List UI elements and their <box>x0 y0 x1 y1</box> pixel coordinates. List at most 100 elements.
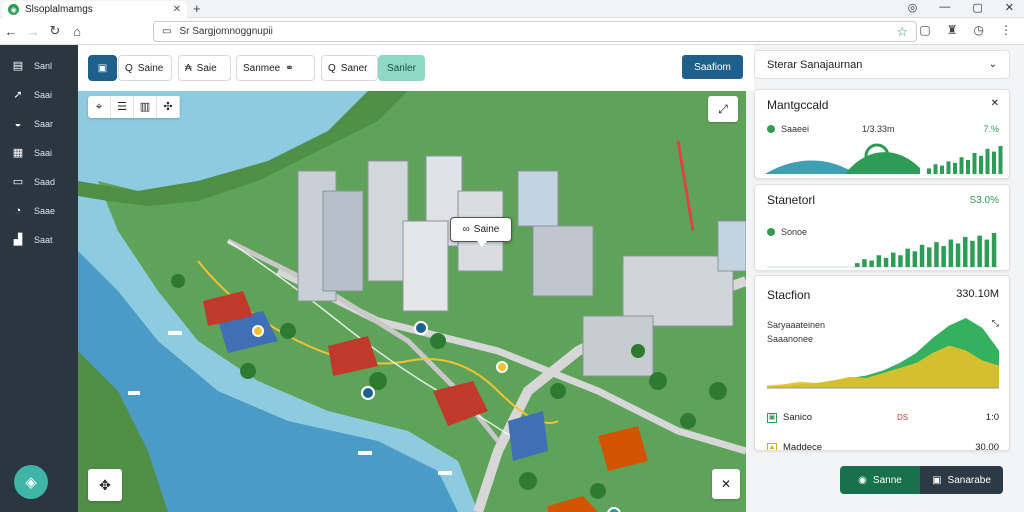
panel-header[interactable]: Sterar Sanajaurnan ⌄ <box>754 50 1010 79</box>
sidebar-item-label: Sanl <box>34 60 53 71</box>
card-row: Saaeei 1/3.33m 7.% <box>767 124 999 134</box>
sidebar-item-6[interactable]: ◔ Saae <box>0 196 78 225</box>
app-favicon-icon: ◉ <box>8 4 19 15</box>
settings-icon[interactable]: ◷ <box>974 23 984 37</box>
close-tab-icon[interactable]: ✕ <box>173 4 181 15</box>
map-callout[interactable]: ∞ Saine <box>450 217 512 247</box>
summary-mid: DS <box>897 413 909 422</box>
account-icon[interactable]: ◎ <box>908 1 918 14</box>
right-panel: Sterar Sanajaurnan ⌄ Mantgccald ✕ Saaeei… <box>754 50 1010 510</box>
spark-bar <box>953 162 957 174</box>
filter-button[interactable]: Sanler <box>378 55 425 81</box>
sidebar-item-7[interactable]: ▟ Saat <box>0 225 78 254</box>
bar <box>912 251 918 267</box>
bar <box>919 244 925 267</box>
close-window-icon[interactable]: ✕ <box>1005 1 1014 14</box>
select-tool-icon[interactable]: ✣ <box>157 96 180 118</box>
bar <box>984 239 990 267</box>
summary-row-2[interactable]: ▲ Maddece 30,00 <box>767 442 999 451</box>
tab-title: Slsoplalmamgs <box>25 4 93 15</box>
bar <box>941 246 946 267</box>
sidebar-item-5[interactable]: ▭ Saad <box>0 167 78 196</box>
spark-bar <box>933 164 938 174</box>
link-button[interactable]: Sanmee ⚭ <box>236 55 315 81</box>
layers-button[interactable]: ₳ Saie <box>178 55 231 81</box>
sidebar-item-label: Saad <box>34 176 56 187</box>
forward-icon[interactable]: → <box>22 24 44 39</box>
tower-7 <box>517 170 559 227</box>
spark-bar <box>927 168 931 174</box>
menu-icon[interactable]: ⋮ <box>1000 23 1012 37</box>
bar <box>855 263 860 267</box>
card-title: Stanetorl <box>767 193 816 207</box>
bottom-actions: ◉ Sanne ▣ Sanarabe <box>840 466 1003 494</box>
fullscreen-button[interactable]: ⤢ <box>708 96 738 122</box>
bar <box>905 248 910 267</box>
tag-fab-button[interactable]: ◈ <box>14 465 48 499</box>
card-title: Mantgccald <box>767 98 829 112</box>
chevron-down-icon[interactable]: ⌄ <box>989 59 997 70</box>
tower-edge <box>717 220 746 272</box>
bar <box>934 242 939 267</box>
bookmark-star-icon[interactable]: ☆ <box>896 24 908 40</box>
maximize-icon[interactable]: ▢ <box>972 1 982 14</box>
layers-icon: ₳ <box>185 62 192 74</box>
address-bar[interactable]: ▭ Sr Sargjomnoggnupii ☆ <box>153 21 917 42</box>
sidebar-item-4[interactable]: ▦ Saai <box>0 138 78 167</box>
gauge-icon: ◔ <box>14 204 22 217</box>
bar <box>869 260 874 267</box>
url-text: Sr Sargjomnoggnupii <box>179 26 273 37</box>
browser-extensions: ▢ ♜ ◷ ⋮ <box>919 23 1012 37</box>
new-tab-button[interactable]: + <box>193 1 201 16</box>
recenter-button[interactable]: ✥ <box>88 469 122 501</box>
map-view[interactable]: ⌖ ☰ ▥ ✣ ⤢ ✥ ✕ ∞ Saine <box>78 91 746 512</box>
map-view-button[interactable]: ▣ <box>88 55 117 81</box>
sidebar-item-label: Saai <box>34 147 53 158</box>
green-action-button[interactable]: ◉ Sanne <box>840 466 920 494</box>
measure-tool-icon[interactable]: ☰ <box>111 96 134 118</box>
pan-tool-icon[interactable]: ⌖ <box>88 96 111 118</box>
tower-8 <box>532 225 594 297</box>
home-icon[interactable]: ⌂ <box>66 24 88 39</box>
close-icon[interactable]: ✕ <box>991 98 999 109</box>
sidebar-item-label: Saai <box>34 89 53 100</box>
browser-tab-bar: ◉ Slsoplalmamgs ✕ + ◎ — ▢ ✕ <box>0 0 1024 18</box>
dark-action-button[interactable]: ▣ Sanarabe <box>920 466 1003 494</box>
bar <box>963 236 968 267</box>
draw-tool-icon[interactable]: ▥ <box>134 96 157 118</box>
metric-card-2: Stanetorl S3.0% Sonoe <box>754 184 1010 271</box>
card-value: 330.10M <box>956 288 999 300</box>
sidebar-item-1[interactable]: ▤ Sanl <box>0 51 78 80</box>
extensions-icon[interactable]: ▢ <box>919 23 930 37</box>
reload-icon[interactable]: ↻ <box>44 23 66 39</box>
profile-icon[interactable]: ♜ <box>947 23 958 37</box>
status-dot-icon <box>767 125 775 133</box>
compass-button[interactable]: ✕ <box>712 469 740 499</box>
spark-bar <box>972 153 977 174</box>
search-button[interactable]: Q Saine <box>118 55 172 81</box>
sidebar-item-label: Saat <box>34 234 53 245</box>
bar <box>862 259 867 267</box>
back-icon[interactable]: ← <box>0 24 22 39</box>
sidebar-item-label: Saar <box>34 118 54 129</box>
warning-icon: ▲ <box>767 442 777 451</box>
search-icon: Q <box>125 62 133 74</box>
sidebar-item-3[interactable]: ◒ Saar <box>0 109 78 138</box>
query-button[interactable]: Q Saner <box>321 55 378 81</box>
row-value: 7.% <box>983 124 999 134</box>
spark-bar <box>946 161 951 174</box>
building-icon: ▟ <box>13 234 23 246</box>
query-button-label: Saner <box>340 62 368 74</box>
map-pin-1 <box>414 321 428 335</box>
primary-action-button[interactable]: Saafiom <box>682 55 743 79</box>
browser-tab[interactable]: ◉ Slsoplalmamgs ✕ <box>2 1 187 18</box>
minimize-icon[interactable]: — <box>939 1 950 14</box>
summary-value: 1:0 <box>985 412 999 423</box>
list-icon: ▤ <box>12 60 24 72</box>
panel-header-title: Sterar Sanajaurnan <box>767 58 863 71</box>
spark-bar <box>966 160 970 174</box>
card-value: S3.0% <box>969 195 999 206</box>
sidebar-item-2[interactable]: ➚ Saai <box>0 80 78 109</box>
summary-row-1[interactable]: ▣ Sanico DS 1:0 <box>767 412 999 423</box>
bar <box>876 255 882 267</box>
